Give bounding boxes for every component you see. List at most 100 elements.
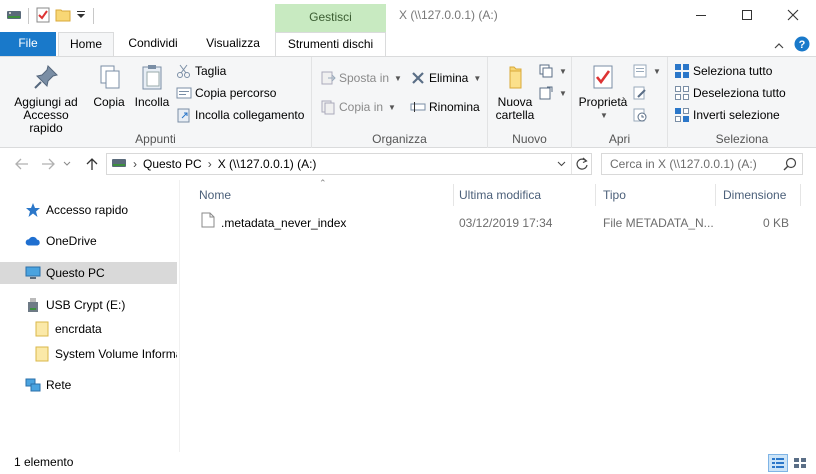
new-folder-button[interactable]: Nuova cartella (492, 61, 538, 122)
delete-button[interactable]: Elimina ▼ (410, 68, 481, 88)
minimize-button[interactable] (678, 0, 724, 30)
history-button[interactable] (632, 105, 648, 125)
large-icons-view-button[interactable] (790, 454, 810, 472)
folder-icon (34, 321, 50, 337)
file-size: 0 KB (762, 216, 789, 230)
qat-separator (93, 8, 94, 24)
forward-button[interactable] (38, 154, 58, 174)
nav-item-onedrive[interactable]: OneDrive (0, 230, 177, 252)
invert-selection-button[interactable]: Inverti selezione (674, 105, 780, 125)
up-button[interactable] (82, 154, 102, 174)
view-switcher (768, 454, 810, 472)
paste-shortcut-button[interactable]: Incolla collegamento (176, 105, 304, 125)
refresh-button[interactable] (571, 154, 591, 174)
paste-button[interactable]: Incolla (132, 61, 172, 109)
breadcrumb-questo-pc[interactable]: Questo PC (143, 157, 202, 171)
nav-item-usb-crypt[interactable]: USB Crypt (E:) (0, 294, 177, 316)
drive-icon (111, 156, 127, 173)
easy-access-button[interactable]: ▼ (538, 83, 567, 103)
nav-item-accesso-rapido[interactable]: Accesso rapido (0, 199, 177, 221)
breadcrumb-separator-icon[interactable]: › (133, 157, 137, 171)
address-history-button[interactable] (551, 154, 571, 174)
cut-button[interactable]: Taglia (176, 61, 226, 81)
file-name-cell: .metadata_never_index (201, 212, 451, 234)
new-item-button[interactable]: ▼ (538, 61, 567, 81)
group-seleziona: Seleziona tutto Deseleziona tutto Invert… (668, 57, 816, 148)
copy-path-button[interactable]: Copia percorso (176, 83, 276, 103)
ribbon-tabs: File Home Condividi Visualizza Strumenti… (0, 32, 816, 57)
nav-item-label: OneDrive (46, 234, 97, 248)
rename-button[interactable]: Rinomina (410, 97, 480, 117)
help-icon[interactable]: ? (794, 36, 810, 55)
group-appunti: Aggiungi ad Accesso rapido Copia Incolla… (0, 57, 312, 148)
maximize-button[interactable] (724, 0, 770, 30)
nav-item-label: Accesso rapido (46, 203, 129, 217)
table-row[interactable]: .metadata_never_index 03/12/2019 17:34 F… (195, 212, 801, 234)
back-button[interactable] (12, 154, 32, 174)
select-none-label: Deseleziona tutto (693, 86, 786, 100)
open-button[interactable]: ▼ (632, 61, 661, 81)
tab-visualizza[interactable]: Visualizza (196, 32, 270, 56)
nav-item-rete[interactable]: Rete (0, 374, 177, 396)
properties-check-icon[interactable] (35, 7, 51, 26)
drive-icon[interactable] (6, 7, 22, 26)
details-view-button[interactable] (768, 454, 788, 472)
edit-button[interactable] (632, 83, 648, 103)
tab-condividi[interactable]: Condividi (118, 32, 188, 56)
chevron-down-icon: ▼ (559, 88, 567, 98)
nav-item-system-volume[interactable]: System Volume Informa (0, 343, 177, 365)
delete-label: Elimina (429, 71, 469, 85)
column-header-nome[interactable]: Nome (192, 184, 454, 206)
nav-item-encrdata[interactable]: encrdata (0, 318, 177, 340)
copy-button[interactable]: Copia (90, 61, 128, 109)
collapse-ribbon-icon[interactable] (774, 39, 784, 53)
move-to-icon (320, 70, 336, 86)
group-label-nuovo: Nuovo (512, 132, 547, 146)
context-tab-header: Gestisci (275, 4, 386, 32)
easy-access-icon (538, 85, 554, 101)
close-button[interactable] (770, 0, 816, 30)
search-input[interactable]: Cerca in X (\\127.0.0.1) (A:) (601, 153, 803, 175)
move-to-button[interactable]: Sposta in ▼ (320, 68, 402, 88)
address-bar[interactable]: › Questo PC › X (\\127.0.0.1) (A:) (106, 153, 592, 175)
properties-label: Proprietà (578, 95, 628, 109)
properties-button[interactable]: Proprietà ▼ (576, 61, 630, 122)
customize-qat-icon[interactable] (75, 7, 87, 26)
computer-icon (25, 265, 41, 281)
tab-file[interactable]: File (0, 32, 56, 57)
nav-item-label: Questo PC (46, 266, 105, 280)
nav-item-questo-pc[interactable]: Questo PC (0, 262, 177, 284)
column-header-ultima-modifica[interactable]: Ultima modifica (452, 184, 596, 206)
ribbon-right-controls: ? (774, 36, 810, 55)
paste-label: Incolla (134, 95, 170, 109)
cut-label: Taglia (195, 64, 227, 78)
select-none-button[interactable]: Deseleziona tutto (674, 83, 786, 103)
pin-quick-access-button[interactable]: Aggiungi ad Accesso rapido (6, 61, 86, 135)
chevron-down-icon: ▼ (600, 111, 608, 120)
column-header-tipo[interactable]: Tipo (596, 184, 716, 206)
breadcrumb-drive[interactable]: X (\\127.0.0.1) (A:) (218, 157, 317, 171)
chevron-down-icon: ▼ (473, 73, 482, 83)
search-placeholder: Cerca in X (\\127.0.0.1) (A:) (610, 157, 757, 171)
breadcrumb-separator-icon[interactable]: › (208, 157, 212, 171)
new-item-icon (538, 63, 554, 79)
copy-path-icon (176, 85, 192, 101)
recent-locations-button[interactable] (60, 154, 74, 174)
file-name: .metadata_never_index (221, 216, 347, 230)
select-all-button[interactable]: Seleziona tutto (674, 61, 772, 81)
column-header-dimensione[interactable]: Dimensione (716, 184, 801, 206)
window-controls (678, 0, 816, 30)
new-folder-icon[interactable] (55, 7, 71, 26)
delete-x-icon (410, 70, 426, 86)
folder-icon (34, 346, 50, 362)
search-icon (782, 156, 798, 175)
paste-shortcut-label: Incolla collegamento (195, 108, 305, 122)
usb-drive-icon (25, 297, 41, 313)
open-icon (632, 63, 648, 79)
copy-to-button[interactable]: Copia in ▼ (320, 97, 396, 117)
nav-item-label: System Volume Informa (55, 347, 177, 361)
file-type: File METADATA_N... (603, 216, 714, 230)
tab-home[interactable]: Home (58, 32, 114, 57)
navigation-pane: Accesso rapido OneDrive Questo PC USB Cr… (0, 180, 180, 452)
tab-strumenti-dischi[interactable]: Strumenti dischi (275, 32, 386, 56)
